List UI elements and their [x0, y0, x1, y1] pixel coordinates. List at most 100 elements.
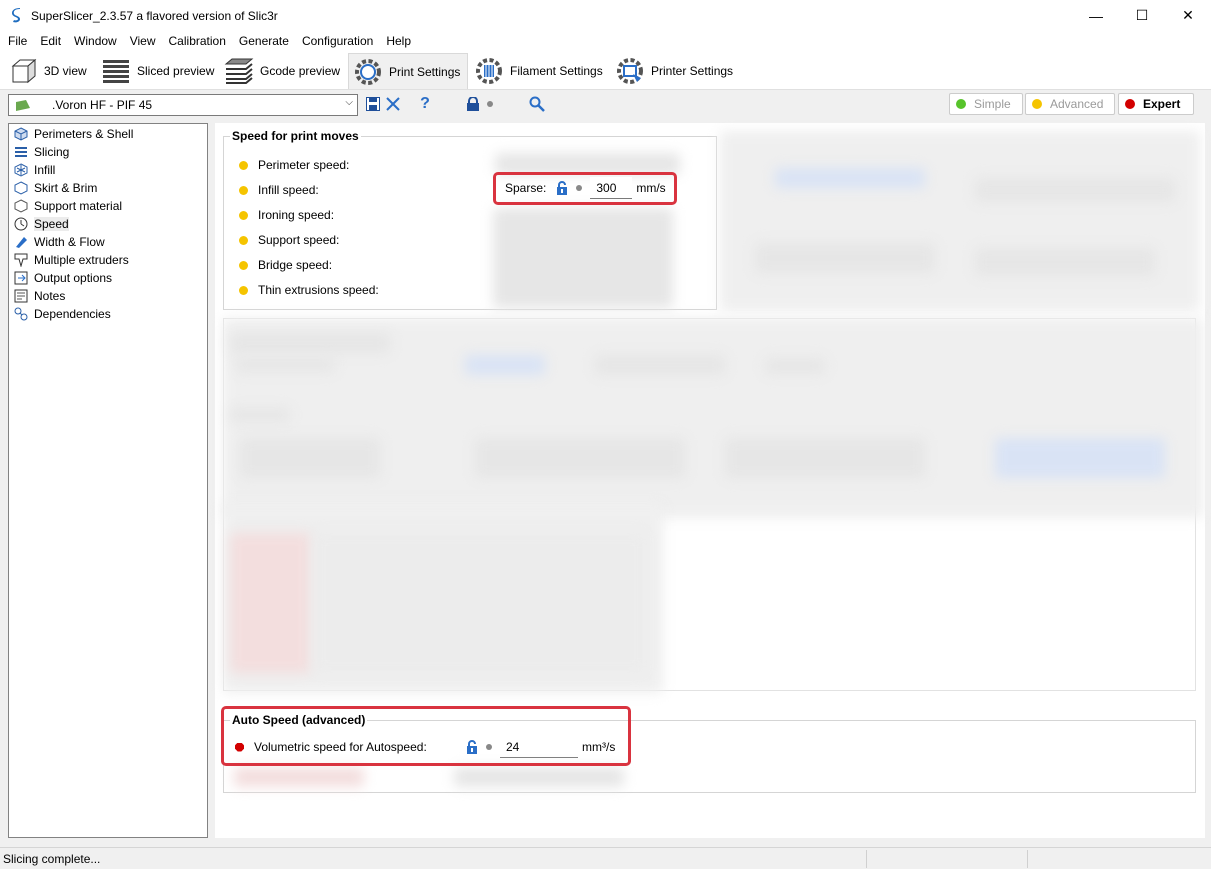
save-preset-icon[interactable] — [364, 95, 382, 113]
status-divider — [1027, 850, 1028, 868]
tab-gcode-preview[interactable]: Gcode preview — [220, 53, 340, 89]
sidebar-item-width-flow[interactable]: Width & Flow — [14, 233, 105, 251]
infill-icon — [14, 163, 28, 177]
sidebar-item-label: Skirt & Brim — [34, 181, 98, 195]
blurred-content — [775, 168, 925, 188]
sidebar-item-dependencies[interactable]: Dependencies — [14, 305, 111, 323]
sidebar-item-label: Output options — [34, 271, 113, 285]
maximize-button[interactable]: ☐ — [1119, 0, 1165, 31]
option-label: Infill speed: — [258, 183, 319, 197]
printer-gear-icon — [617, 58, 643, 84]
sidebar-item-slicing[interactable]: Slicing — [14, 143, 69, 161]
sidebar-item-label: Perimeters & Shell — [34, 127, 134, 141]
advanced-mode-dot-icon — [239, 260, 248, 270]
menu-view[interactable]: View — [125, 34, 161, 48]
tab-label: Printer Settings — [651, 64, 734, 78]
blurred-content — [765, 358, 825, 374]
minimize-button[interactable]: — — [1073, 0, 1119, 31]
sidebar-item-perimeters-shell[interactable]: Perimeters & Shell — [14, 125, 133, 143]
menu-edit[interactable]: Edit — [35, 34, 66, 48]
print-preset-dropdown[interactable]: .Voron HF - PIF 45 ⌵ — [8, 94, 358, 116]
tab-label: 3D view — [44, 64, 87, 78]
tab-printer-settings[interactable]: Printer Settings — [611, 53, 733, 89]
option-bridge-speed: Bridge speed: — [239, 255, 332, 275]
sidebar-item-infill[interactable]: Infill — [14, 161, 55, 179]
sidebar-item-speed[interactable]: Speed — [14, 215, 69, 233]
menu-calibration[interactable]: Calibration — [164, 34, 231, 48]
option-support-speed: Support speed: — [239, 230, 339, 250]
sidebar-item-output-options[interactable]: Output options — [14, 269, 112, 287]
window-controls: — ☐ ✕ — [1073, 0, 1211, 31]
menu-window[interactable]: Window — [69, 34, 122, 48]
search-icon[interactable] — [528, 95, 546, 113]
sidebar-item-label: Slicing — [34, 145, 70, 159]
menu-file[interactable]: File — [3, 34, 32, 48]
blurred-content — [234, 767, 364, 787]
tab-3d-view[interactable]: 3D view — [4, 53, 87, 89]
sidebar-item-label: Speed — [34, 217, 69, 231]
settings-category-list: Perimeters & Shell Slicing Infill Skirt … — [8, 123, 208, 838]
advanced-mode-dot-icon — [239, 285, 248, 295]
mode-simple-button[interactable]: Simple — [949, 93, 1023, 115]
sidebar-item-support-material[interactable]: Support material — [14, 197, 122, 215]
title-bar: SuperSlicer_2.3.57 a flavored version of… — [0, 0, 1211, 31]
magnifier-glyph — [529, 96, 545, 112]
status-text: Slicing complete... — [3, 851, 101, 866]
blurred-content — [230, 333, 390, 353]
width-flow-icon — [16, 237, 27, 248]
blurred-content — [725, 438, 925, 478]
sidebar-item-multiple-extruders[interactable]: Multiple extruders — [14, 251, 129, 269]
advanced-mode-dot-icon — [239, 210, 248, 220]
tab-filament-settings[interactable]: Filament Settings — [470, 53, 603, 89]
option-label: Ironing speed: — [258, 208, 335, 222]
save-icon — [366, 97, 380, 111]
sidebar-item-label: Infill — [34, 163, 56, 177]
simple-dot-icon — [956, 99, 966, 109]
settings-page: Speed for print moves Perimeter speed: I… — [215, 123, 1205, 838]
tab-print-settings[interactable]: Print Settings — [348, 53, 468, 89]
advanced-mode-dot-icon — [239, 185, 248, 195]
advanced-dot-icon — [1032, 99, 1042, 109]
cube-icon — [11, 58, 37, 84]
tab-sliced-preview[interactable]: Sliced preview — [97, 53, 214, 89]
lock-icon[interactable] — [464, 95, 482, 113]
tab-bar: 3D view Sliced preview Gcode preview Pri… — [0, 50, 1211, 90]
lock-glyph — [467, 97, 479, 111]
option-label: Thin extrusions speed: — [258, 283, 379, 297]
option-infill-speed: Infill speed: — [239, 180, 319, 200]
tab-label: Print Settings — [389, 64, 461, 79]
help-icon[interactable]: ? — [416, 95, 434, 113]
mode-expert-button[interactable]: Expert — [1118, 93, 1194, 115]
menu-generate[interactable]: Generate — [234, 34, 294, 48]
filament-gear-icon — [476, 58, 502, 84]
close-button[interactable]: ✕ — [1165, 0, 1211, 31]
menu-help[interactable]: Help — [381, 34, 416, 48]
option-label: Bridge speed: — [258, 258, 333, 272]
tab-label: Filament Settings — [510, 64, 603, 78]
window-title: SuperSlicer_2.3.57 a flavored version of… — [31, 8, 278, 23]
advanced-mode-dot-icon — [239, 160, 248, 170]
support-icon — [14, 199, 28, 213]
mode-advanced-button[interactable]: Advanced — [1025, 93, 1115, 115]
chevron-down-icon[interactable]: ⌵ — [345, 97, 353, 108]
menu-configuration[interactable]: Configuration — [297, 34, 378, 48]
advanced-mode-dot-icon — [239, 235, 248, 245]
output-icon — [14, 271, 28, 285]
dot-icon — [481, 95, 499, 113]
sidebar-item-notes[interactable]: Notes — [14, 287, 65, 305]
annotation-highlight — [493, 172, 677, 205]
blurred-content — [235, 358, 335, 372]
group-title: Speed for print moves — [230, 129, 361, 143]
option-ironing-speed: Ironing speed: — [239, 205, 334, 225]
delete-preset-icon[interactable] — [384, 95, 402, 113]
sidebar-item-skirt-brim[interactable]: Skirt & Brim — [14, 179, 97, 197]
dependencies-icon — [14, 307, 28, 321]
blurred-content — [975, 248, 1155, 276]
option-label: Perimeter speed: — [258, 158, 350, 172]
blurred-content — [454, 767, 624, 787]
expert-dot-icon — [1125, 99, 1135, 109]
blurred-content — [240, 438, 380, 478]
option-label: Support speed: — [258, 233, 340, 247]
sidebar-item-label: Notes — [34, 289, 66, 303]
option-perimeter-speed: Perimeter speed: — [239, 155, 349, 175]
